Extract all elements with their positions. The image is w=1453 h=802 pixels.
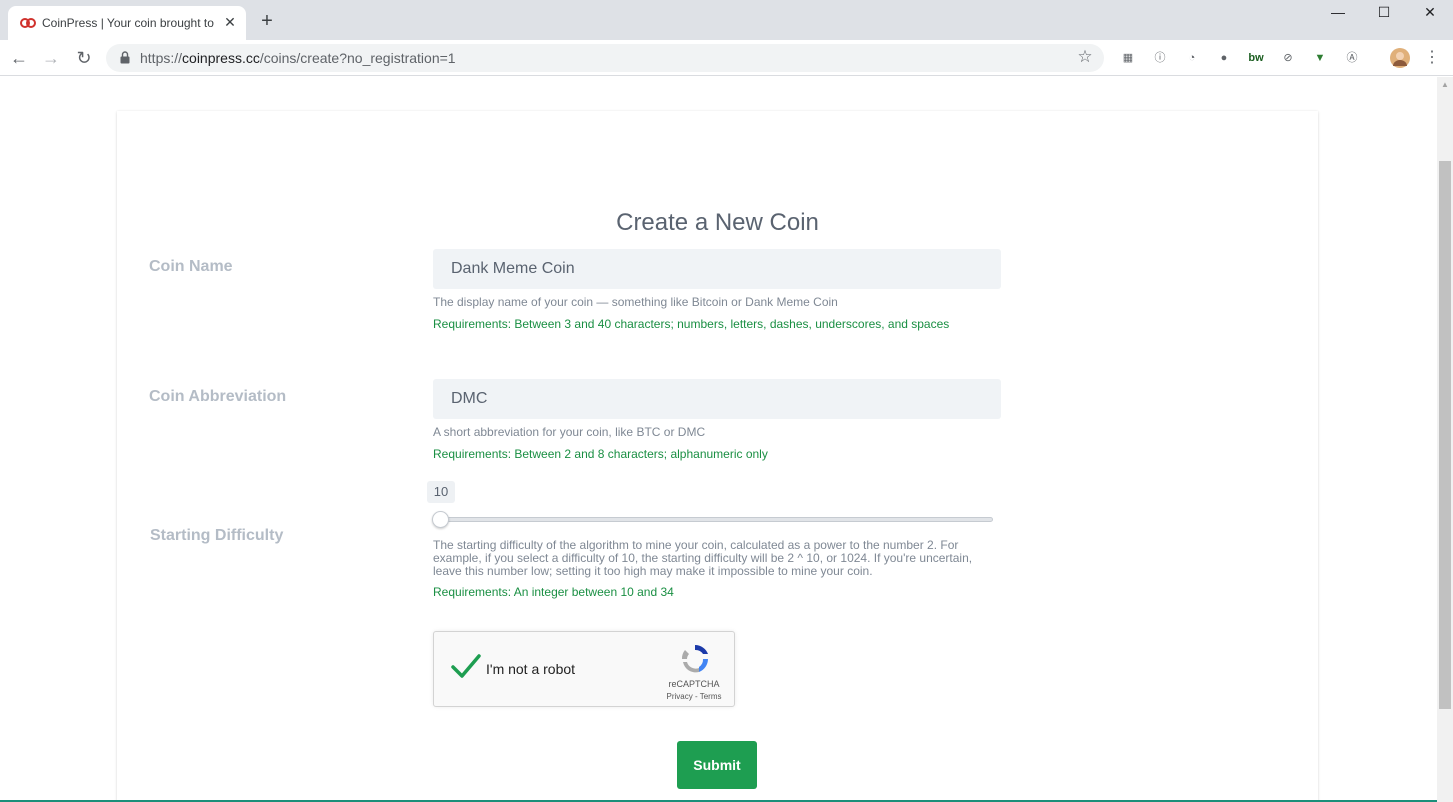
coin-abbreviation-input[interactable] [433,379,1001,419]
url-host: coinpress.cc [182,50,260,66]
starting-difficulty-help: The starting difficulty of the algorithm… [433,538,973,578]
coin-name-input[interactable] [433,249,1001,289]
recaptcha-brand: reCAPTCHA [668,679,720,689]
coin-name-help: The display name of your coin — somethin… [433,295,838,309]
close-window-button[interactable]: ✕ [1420,3,1440,21]
new-tab-button[interactable]: + [258,11,276,31]
reload-icon[interactable]: ↻ [73,47,95,69]
coin-abbreviation-requirements: Requirements: Between 2 and 8 characters… [433,447,768,461]
menu-kebab-icon[interactable]: ⋮ [1423,49,1441,67]
url-scheme: https:// [140,50,183,66]
difficulty-slider-handle[interactable] [432,511,449,528]
tab-close-icon[interactable]: ✕ [222,14,238,30]
block-ext-icon[interactable]: ⊘ [1279,49,1297,67]
difficulty-slider-track[interactable] [433,517,993,522]
maximize-button[interactable]: ☐ [1374,3,1394,21]
address-bar[interactable]: https://coinpress.cc/coins/create?no_reg… [106,44,1104,72]
forward-arrow-icon[interactable]: → [40,47,62,69]
ext-grid-icon[interactable]: ▦ [1119,49,1137,67]
coinpress-favicon-icon [20,18,36,28]
page-viewport: Create a New Coin Coin Name The display … [0,77,1437,802]
recaptcha-widget: I'm not a robot reCAPTCHA Privacy - Term… [433,631,735,707]
1password-icon[interactable]: ⓘ [1151,49,1169,67]
tab-strip: CoinPress | Your coin brought to ✕ + — ☐… [0,0,1453,40]
starting-difficulty-label: Starting Difficulty [150,527,284,544]
browser-toolbar: ← → ↻ https://coinpress.cc/coins/create?… [0,40,1453,76]
profile-avatar[interactable] [1390,48,1410,68]
ghost-ext-icon[interactable]: ● [1215,49,1233,67]
bw-ext-icon[interactable]: bw [1247,49,1265,67]
captcha-label: I'm not a robot [486,661,576,677]
difficulty-value-bubble: 10 [427,481,455,503]
vue-devtools-icon[interactable]: ▼ [1311,49,1329,67]
page-scrollbar[interactable]: ▲ [1437,77,1453,802]
lock-icon [120,51,130,64]
checkmark-icon[interactable] [450,652,482,680]
recaptcha-links[interactable]: Privacy - Terms [644,692,744,701]
minimize-button[interactable]: — [1328,3,1348,21]
recaptcha-logo-icon [681,645,708,673]
a-ext-icon[interactable]: Ⓐ [1343,49,1361,67]
url-text: https://coinpress.cc/coins/create?no_reg… [140,50,456,66]
bookmark-star-icon[interactable]: ☆ [1076,48,1094,66]
page-title: Create a New Coin [616,209,819,236]
scrollbar-thumb[interactable] [1439,161,1451,709]
coin-name-requirements: Requirements: Between 3 and 40 character… [433,317,950,331]
coin-abbreviation-label: Coin Abbreviation [149,388,287,405]
coin-name-label: Coin Name [149,258,233,275]
coin-abbreviation-help: A short abbreviation for your coin, like… [433,425,706,439]
submit-button[interactable]: Submit [677,741,757,789]
starting-difficulty-requirements: Requirements: An integer between 10 and … [433,585,674,599]
url-path: /coins/create?no_registration=1 [259,50,456,66]
clock-ext-icon[interactable]: ◔ [1183,49,1201,67]
back-arrow-icon[interactable]: ← [8,47,30,69]
browser-tab[interactable]: CoinPress | Your coin brought to ✕ [8,6,246,40]
tab-title: CoinPress | Your coin brought to [42,16,214,30]
create-coin-card: Create a New Coin Coin Name The display … [117,111,1318,802]
scroll-up-arrow-icon[interactable]: ▲ [1437,77,1453,93]
